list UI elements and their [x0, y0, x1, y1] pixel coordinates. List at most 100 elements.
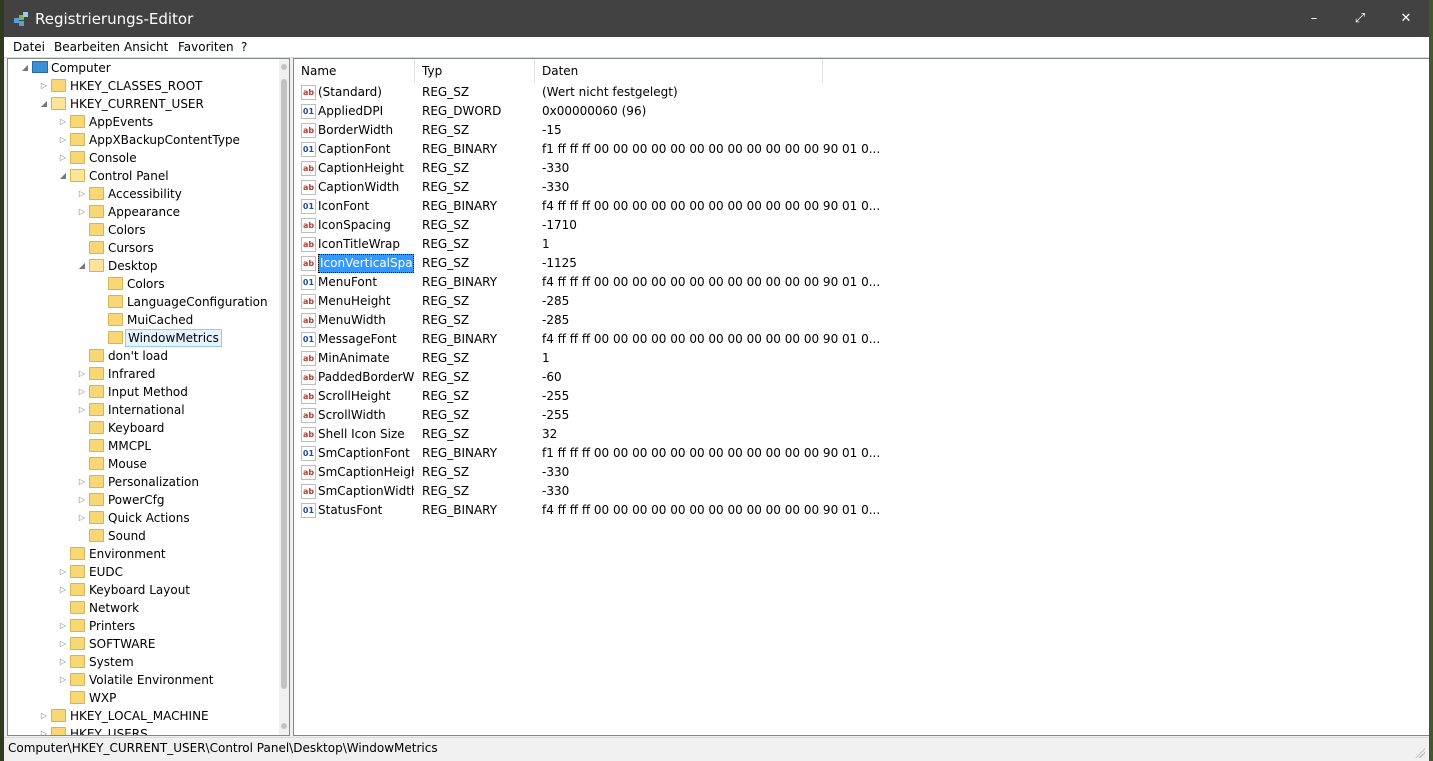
column-header-type[interactable]: Typ	[415, 59, 535, 83]
value-row[interactable]: ab (Standard) REG_SZ (Wert nicht festgelegt…	[294, 83, 1414, 102]
expand-arrow-icon[interactable]: ▷	[77, 509, 87, 527]
scroll-down-arrow[interactable]	[281, 723, 287, 729]
tree-node-label: Personalization	[108, 475, 199, 489]
value-row[interactable]: 01 CaptionFont REG_BINARY f1 ff ff ff 00 00…	[294, 140, 1414, 159]
value-data: -285	[542, 294, 570, 308]
value-row[interactable]: ab MinAnimate REG_SZ 1	[294, 349, 1414, 368]
value-row[interactable]: 01 StatusFont REG_BINARY f4 ff ff ff 00 00 …	[294, 501, 1414, 520]
tree-node-label: WindowMetrics	[125, 329, 222, 347]
title-bar[interactable]: Registrierungs-Editor – ⤢ ✕	[4, 0, 1429, 37]
folder-icon	[89, 475, 104, 488]
minimize-button[interactable]: –	[1291, 0, 1337, 37]
expand-arrow-icon[interactable]: ▷	[39, 77, 49, 95]
collapse-arrow-icon[interactable]: ◢	[77, 257, 87, 275]
value-row[interactable]: ab CaptionWidth REG_SZ -330	[294, 178, 1414, 197]
resize-grip-icon[interactable]	[1415, 748, 1425, 758]
menu-datei[interactable]: Datei	[13, 40, 45, 54]
value-name: SmCaptionHeight	[318, 465, 414, 479]
value-row[interactable]: ab ScrollHeight REG_SZ -255	[294, 387, 1414, 406]
expand-arrow-icon[interactable]: ▷	[58, 581, 68, 599]
tree-node-label: HKEY_USERS	[70, 727, 148, 736]
value-row[interactable]: ab PaddedBorderW... REG_SZ -60	[294, 368, 1414, 387]
value-row[interactable]: abIconVerticalSpac... REG_SZ -1125	[294, 254, 1414, 273]
tree-node-label: Keyboard Layout	[89, 583, 191, 597]
binary-value-icon: 01	[301, 199, 316, 214]
expand-arrow-icon[interactable]: ▷	[39, 707, 49, 725]
column-header-name[interactable]: Name	[294, 59, 415, 83]
value-type: REG_SZ	[422, 484, 470, 498]
expand-arrow-icon[interactable]: ▷	[58, 563, 68, 581]
value-data: -330	[542, 465, 570, 479]
expand-arrow-icon[interactable]: ▷	[77, 185, 87, 203]
value-row[interactable]: ab IconSpacing REG_SZ -1710	[294, 216, 1414, 235]
value-data: f4 ff ff ff 00 00 00 00 00 00 00 00 00 0…	[542, 332, 881, 346]
value-name: CaptionFont	[318, 142, 391, 156]
folder-icon	[89, 421, 104, 434]
string-value-icon: ab	[301, 484, 316, 499]
expand-arrow-icon[interactable]: ▷	[77, 473, 87, 491]
maximize-button[interactable]: ⤢	[1337, 0, 1383, 37]
close-button[interactable]: ✕	[1383, 0, 1429, 37]
value-row[interactable]: ab ScrollWidth REG_SZ -255	[294, 406, 1414, 425]
scroll-up-arrow[interactable]	[281, 64, 287, 70]
expand-arrow-icon[interactable]: ▷	[58, 149, 68, 167]
value-row[interactable]: 01 IconFont REG_BINARY f4 ff ff ff 00 00 00…	[294, 197, 1414, 216]
expand-arrow-icon[interactable]: ▷	[77, 365, 87, 383]
expand-arrow-icon[interactable]: ▷	[39, 725, 49, 735]
expand-arrow-icon[interactable]: ▷	[77, 491, 87, 509]
string-value-icon: ab	[301, 294, 316, 309]
value-type: REG_SZ	[422, 465, 470, 479]
tree-node-label: MMCPL	[108, 439, 152, 453]
folder-open-icon	[51, 97, 66, 110]
value-row[interactable]: ab MenuHeight REG_SZ -285	[294, 292, 1414, 311]
tree-scrollbar[interactable]	[279, 59, 289, 735]
value-row[interactable]: 01 MessageFont REG_BINARY f4 ff ff ff 00 00…	[294, 330, 1414, 349]
expand-arrow-icon[interactable]: ▷	[77, 401, 87, 419]
menu-ansicht[interactable]: Ansicht	[124, 40, 168, 54]
value-name: MinAnimate	[318, 351, 390, 365]
expand-arrow-icon[interactable]: ▷	[58, 617, 68, 635]
value-row[interactable]: ab IconTitleWrap REG_SZ 1	[294, 235, 1414, 254]
expand-arrow-icon[interactable]: ▷	[77, 383, 87, 401]
expand-arrow-icon[interactable]: ▷	[58, 113, 68, 131]
menu-help[interactable]: ?	[241, 40, 247, 54]
collapse-arrow-icon[interactable]: ◢	[20, 59, 30, 77]
value-row[interactable]: ab SmCaptionHeight REG_SZ -330	[294, 463, 1414, 482]
expand-arrow-icon[interactable]: ▷	[58, 653, 68, 671]
value-data: f4 ff ff ff 00 00 00 00 00 00 00 00 00 0…	[542, 199, 881, 213]
value-type: REG_SZ	[422, 237, 470, 251]
expand-arrow-icon[interactable]: ▷	[58, 671, 68, 689]
value-list[interactable]: Name Typ Daten ab (Standard) REG_SZ (Wert n…	[293, 58, 1429, 736]
tree-node-label: don't load	[108, 349, 169, 363]
regedit-app-icon	[14, 12, 28, 26]
value-type: REG_BINARY	[422, 332, 498, 346]
value-type: REG_SZ	[422, 218, 470, 232]
scrollbar-thumb[interactable]	[281, 79, 287, 689]
value-row[interactable]: 01 MenuFont REG_BINARY f4 ff ff ff 00 00 00…	[294, 273, 1414, 292]
value-row[interactable]: 01 SmCaptionFont REG_BINARY f1 ff ff ff 00 …	[294, 444, 1414, 463]
tree-node-label: Mouse	[108, 457, 147, 471]
expand-arrow-icon[interactable]: ▷	[58, 635, 68, 653]
collapse-arrow-icon[interactable]: ◢	[39, 95, 49, 113]
value-row[interactable]: ab BorderWidth REG_SZ -15	[294, 121, 1414, 140]
collapse-arrow-icon[interactable]: ◢	[58, 167, 68, 185]
expand-arrow-icon[interactable]: ▷	[58, 131, 68, 149]
folder-icon	[89, 241, 104, 254]
value-row[interactable]: ab Shell Icon Size REG_SZ 32	[294, 425, 1414, 444]
menu-bearbeiten[interactable]: Bearbeiten	[54, 40, 120, 54]
menu-favoriten[interactable]: Favoriten	[178, 40, 234, 54]
value-row[interactable]: ab MenuWidth REG_SZ -285	[294, 311, 1414, 330]
key-tree[interactable]: ◢ Computer ▷ HKEY_CLASSES_ROOT ◢ HKEY_CURRENT…	[7, 58, 290, 736]
value-row[interactable]: ab CaptionHeight REG_SZ -330	[294, 159, 1414, 178]
binary-value-icon: 01	[301, 446, 316, 461]
expand-arrow-icon[interactable]: ▷	[77, 203, 87, 221]
value-name: MenuWidth	[318, 313, 386, 327]
value-row[interactable]: ab SmCaptionWidth REG_SZ -330	[294, 482, 1414, 501]
value-row[interactable]: 01 AppliedDPI REG_DWORD 0x00000060 (96)	[294, 102, 1414, 121]
tree-node-label: MuiCached	[127, 313, 194, 327]
column-header-data[interactable]: Daten	[535, 59, 823, 83]
folder-icon	[70, 619, 85, 632]
folder-icon	[51, 79, 66, 92]
binary-value-icon: 01	[301, 275, 316, 290]
string-value-icon: ab	[301, 370, 316, 385]
